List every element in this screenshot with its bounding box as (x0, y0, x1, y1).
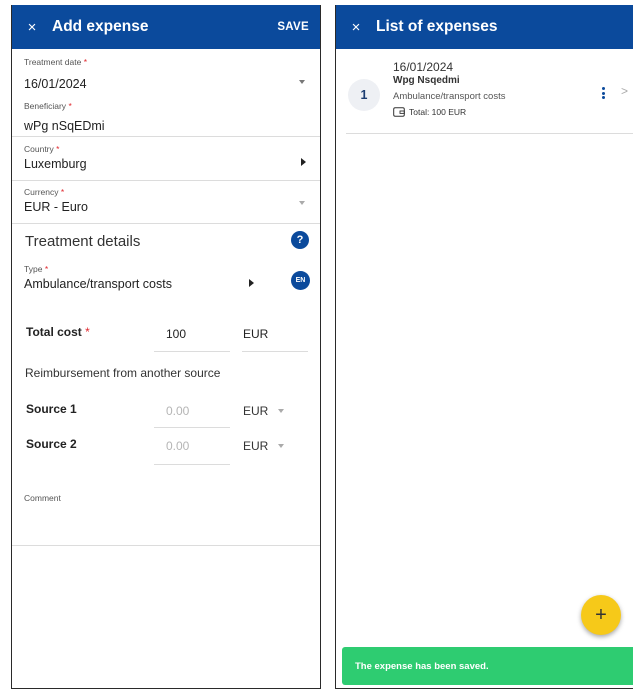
input-underline (242, 351, 308, 352)
country-label: Country (24, 144, 54, 154)
type-field[interactable]: Type * Ambulance/transport costs (24, 264, 308, 291)
required-marker: * (85, 325, 90, 339)
chevron-right-icon[interactable]: > (621, 84, 628, 98)
divider (12, 136, 320, 137)
total-cost-input[interactable]: 100 (166, 327, 186, 341)
more-options-icon[interactable] (602, 87, 606, 101)
add-expense-header: × Add expense SAVE (12, 5, 320, 49)
beneficiary-value: wPg nSqEDmi (24, 119, 105, 133)
close-icon[interactable]: × (12, 19, 52, 36)
input-underline (154, 351, 230, 352)
treatment-date-field[interactable]: Treatment date * 16/01/2024 (24, 57, 308, 91)
treatment-date-value: 16/01/2024 (24, 77, 87, 91)
total-cost-label: Total cost (26, 325, 82, 339)
expense-list-header: × List of expenses (336, 5, 633, 49)
page-title: List of expenses (376, 18, 498, 35)
beneficiary-label: Beneficiary (24, 101, 67, 111)
page-title: Add expense (52, 18, 149, 35)
currency-field[interactable]: Currency * EUR - Euro (24, 187, 308, 214)
add-expense-button[interactable]: + (581, 595, 621, 635)
source-2-label: Source 2 (26, 437, 77, 451)
source-2-input[interactable]: 0.00 (166, 439, 189, 453)
chevron-right-icon[interactable] (301, 158, 306, 166)
help-icon[interactable]: ? (291, 231, 309, 249)
expense-list-panel: × List of expenses 1 16/01/2024 Wpg Nsqe… (335, 5, 633, 689)
required-marker: * (83, 57, 88, 67)
chevron-down-icon[interactable] (278, 444, 284, 448)
required-marker: * (56, 144, 60, 154)
beneficiary-field[interactable]: Beneficiary * wPg nSqEDmi (24, 101, 308, 133)
divider (12, 180, 320, 181)
chevron-down-icon[interactable] (299, 80, 305, 84)
total-cost-currency: EUR (243, 327, 269, 341)
add-expense-panel: × Add expense SAVE Treatment date * 16/0… (11, 5, 321, 689)
reimbursement-label: Reimbursement from another source (25, 366, 221, 380)
source-2-currency-select[interactable]: EUR (243, 439, 268, 453)
chevron-down-icon[interactable] (299, 201, 305, 205)
list-item[interactable]: 1 16/01/2024 Wpg Nsqedmi Ambulance/trans… (336, 49, 633, 134)
currency-label: Currency (24, 187, 59, 197)
country-field[interactable]: Country * Luxemburg (24, 144, 308, 171)
divider (12, 545, 320, 546)
chevron-right-icon[interactable] (249, 279, 254, 287)
comment-field[interactable]: Comment (24, 493, 308, 545)
expense-index: 1 (348, 79, 380, 111)
treatment-date-label: Treatment date (24, 57, 82, 67)
expense-date: 16/01/2024 (393, 60, 454, 74)
input-underline (154, 427, 230, 428)
required-marker: * (68, 101, 72, 111)
currency-value: EUR - Euro (24, 200, 88, 214)
divider (346, 133, 633, 134)
type-value: Ambulance/transport costs (24, 277, 172, 291)
comment-label: Comment (24, 493, 61, 503)
close-icon[interactable]: × (336, 19, 376, 36)
language-badge[interactable]: EN (291, 271, 310, 290)
expense-beneficiary: Wpg Nsqedmi (393, 75, 460, 86)
type-label: Type (24, 264, 43, 274)
input-underline (154, 464, 230, 465)
required-marker: * (44, 264, 49, 274)
expense-type: Ambulance/transport costs (393, 91, 506, 102)
section-title-treatment-details: Treatment details (25, 233, 141, 250)
source-1-label: Source 1 (26, 402, 77, 416)
chevron-down-icon[interactable] (278, 409, 284, 413)
divider (12, 223, 320, 224)
save-button[interactable]: SAVE (277, 21, 309, 33)
wallet-icon (393, 107, 405, 117)
country-value: Luxemburg (24, 157, 87, 171)
toast-notification: The expense has been saved. (342, 647, 633, 685)
source-1-currency-select[interactable]: EUR (243, 404, 268, 418)
required-marker: * (60, 187, 65, 197)
expense-total: Total: 100 EUR (409, 107, 467, 117)
source-1-input[interactable]: 0.00 (166, 404, 189, 418)
